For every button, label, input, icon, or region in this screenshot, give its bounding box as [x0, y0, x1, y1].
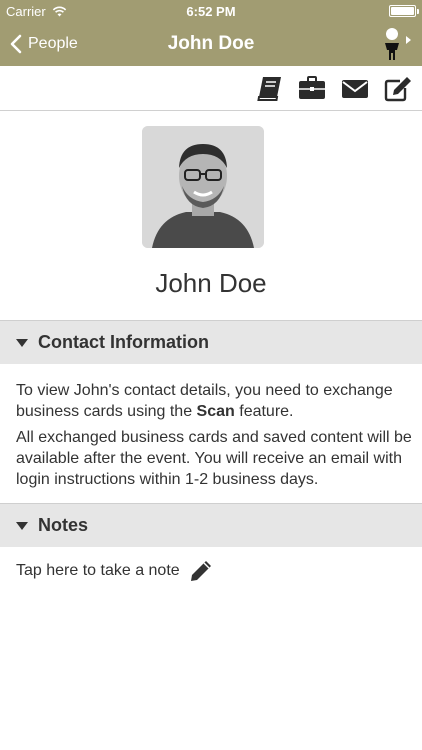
take-note-label: Tap here to take a note: [16, 562, 180, 579]
pencil-icon: [190, 561, 211, 581]
contact-information-header[interactable]: Contact Information: [0, 320, 422, 364]
top-bar: Carrier 6:52 PM People John Doe: [0, 0, 422, 66]
navigation-bar: People John Doe: [0, 22, 422, 66]
paragraph-text-end: feature.: [234, 403, 294, 420]
contact-info-paragraph: To view John's contact details, you need…: [16, 380, 412, 422]
event-info-paragraph: All exchanged business cards and saved c…: [16, 429, 412, 488]
avatar: [142, 126, 264, 248]
page-title: John Doe: [167, 33, 255, 54]
book-icon: [257, 77, 281, 101]
disclosure-triangle-icon: [16, 521, 28, 530]
edit-icon: [384, 77, 411, 102]
section-title: Notes: [38, 515, 89, 535]
briefcase-icon: [299, 76, 325, 99]
status-time: 6:52 PM: [186, 4, 236, 19]
envelope-icon: [342, 80, 368, 98]
status-bar: Carrier 6:52 PM: [0, 0, 422, 22]
scan-keyword: Scan: [196, 403, 235, 420]
person-arrow-icon: [385, 28, 411, 60]
contact-name: John Doe: [155, 268, 267, 298]
action-bar: [0, 66, 422, 111]
disclosure-triangle-icon: [16, 338, 28, 347]
briefcase-button[interactable]: [297, 75, 327, 103]
book-button[interactable]: [255, 75, 285, 103]
email-button[interactable]: [340, 75, 370, 103]
take-note-button[interactable]: Tap here to take a note: [16, 556, 214, 586]
edit-button[interactable]: [383, 75, 413, 103]
profile-photo: [142, 126, 264, 248]
section-title: Contact Information: [38, 332, 209, 352]
notes-header[interactable]: Notes: [0, 503, 422, 547]
profile-button[interactable]: [380, 26, 414, 62]
battery-icon: [389, 5, 419, 17]
